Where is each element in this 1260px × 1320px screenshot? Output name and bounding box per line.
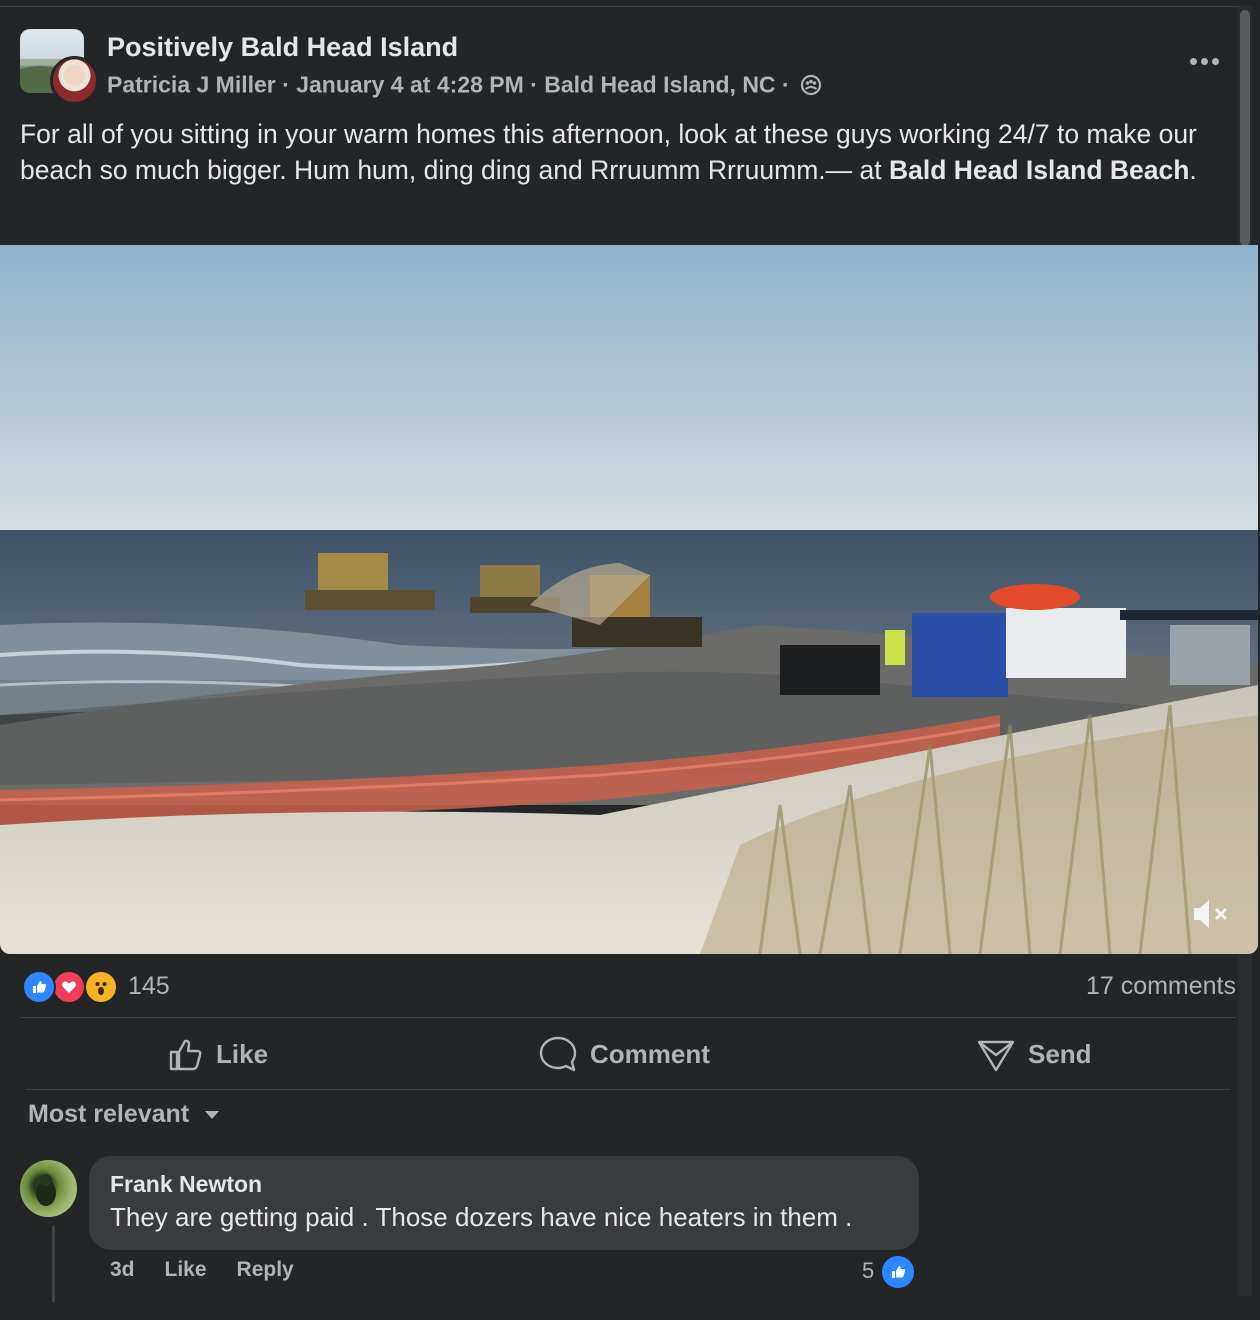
comment-sort-dropdown[interactable]: Most relevant: [28, 1100, 221, 1129]
love-reaction-icon: [52, 970, 86, 1004]
commenter-avatar[interactable]: [20, 1160, 77, 1217]
comment-count-link[interactable]: 17 comments: [1086, 972, 1236, 1001]
comment-like-count[interactable]: 5: [862, 1258, 874, 1284]
location-link[interactable]: Bald Head Island, NC: [544, 71, 775, 97]
post-meta: Patricia J Miller · January 4 at 4:28 PM…: [107, 70, 822, 98]
comment-bubble-icon: [539, 1036, 577, 1072]
scrollbar-thumb[interactable]: [1240, 10, 1250, 246]
comment-button-label: Comment: [590, 1038, 710, 1069]
video-frame: [0, 245, 1258, 954]
speaker-muted-icon[interactable]: [1190, 895, 1232, 933]
commenter-name-link[interactable]: Frank Newton: [110, 1171, 262, 1198]
like-reaction-icon: [22, 970, 56, 1004]
author-avatar[interactable]: [50, 56, 99, 105]
post-avatar-group[interactable]: [20, 29, 99, 105]
meta-separator: ·: [781, 71, 790, 98]
wow-reaction-icon: [84, 970, 118, 1004]
send-button-label: Send: [1028, 1038, 1092, 1069]
send-icon: [977, 1040, 1015, 1072]
comment-thread-line: [52, 1226, 55, 1302]
comment-button[interactable]: Comment: [538, 1030, 710, 1078]
group-privacy-icon[interactable]: [800, 74, 822, 96]
like-button-label: Like: [216, 1038, 269, 1069]
stats-divider: [20, 1017, 1236, 1018]
meta-separator: ·: [282, 71, 290, 98]
post-timestamp-link[interactable]: January 4 at 4:28 PM: [296, 71, 524, 97]
dot-icon: [1200, 57, 1208, 65]
comment-actions: 3d Like Reply: [110, 1258, 294, 1282]
dot-icon: [1211, 57, 1219, 65]
group-name-link[interactable]: Positively Bald Head Island: [107, 32, 458, 63]
send-button[interactable]: Send: [976, 1030, 1092, 1078]
comment-text: They are getting paid . Those dozers hav…: [110, 1202, 853, 1232]
comment-timestamp[interactable]: 3d: [110, 1258, 135, 1282]
reaction-icons[interactable]: [22, 970, 122, 1004]
comment-sort-label: Most relevant: [28, 1100, 190, 1128]
meta-separator: ·: [530, 71, 538, 98]
post-video[interactable]: [0, 245, 1258, 954]
caret-down-icon: [205, 1110, 220, 1119]
post-text-end: .: [1189, 155, 1197, 185]
dot-icon: [1189, 57, 1197, 65]
like-button[interactable]: Like: [168, 1030, 268, 1078]
top-divider: [0, 6, 1240, 7]
thumbs-up-icon: [169, 1039, 202, 1071]
reaction-count[interactable]: 145: [128, 972, 170, 1001]
post-body: For all of you sitting in your warm home…: [20, 116, 1230, 188]
comment-reply-button[interactable]: Reply: [237, 1258, 294, 1282]
more-options-button[interactable]: [1184, 50, 1224, 72]
comment-like-button[interactable]: Like: [165, 1258, 207, 1282]
tagged-place-link[interactable]: Bald Head Island Beach: [889, 155, 1189, 185]
author-name-link[interactable]: Patricia J Miller: [107, 71, 276, 97]
comment-like-reaction-icon[interactable]: [880, 1254, 916, 1290]
actions-divider: [26, 1089, 1230, 1090]
